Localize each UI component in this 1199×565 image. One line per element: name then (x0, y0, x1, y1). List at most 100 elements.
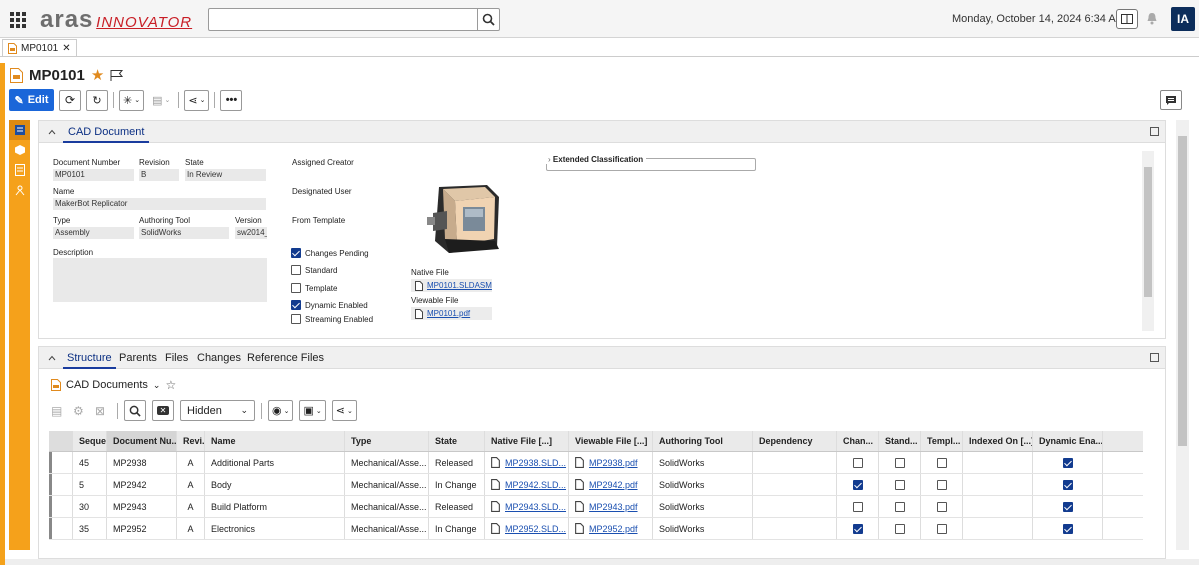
version-field[interactable]: sw2014_ (235, 227, 267, 239)
dynamic-enabled-checkbox[interactable]: Dynamic Enabled (291, 300, 368, 310)
checkbox[interactable] (1062, 523, 1073, 534)
template-checkbox[interactable]: Template (291, 283, 337, 293)
column-header[interactable]: Revi... (177, 431, 205, 451)
refresh-button[interactable]: ⟳ (59, 89, 81, 111)
star-outline-icon[interactable]: ☆ (165, 378, 176, 392)
edit-button[interactable]: ✎ Edit (9, 89, 54, 111)
tab-reference-files[interactable]: Reference Files (247, 347, 324, 369)
flag-icon[interactable] (110, 69, 124, 82)
row-selector[interactable] (49, 452, 73, 473)
remove-icon[interactable]: ⊠ (95, 404, 111, 418)
extended-classification-label[interactable]: › Extended Classification (545, 155, 647, 164)
column-header[interactable]: State (429, 431, 485, 451)
clipboard-menu-button[interactable]: ▤ ⌄ (149, 89, 174, 111)
type-field[interactable]: Assembly (53, 227, 134, 239)
view-select[interactable]: Hidden ⌄ (180, 400, 255, 421)
new-relationship-icon[interactable]: ▤ (51, 404, 67, 418)
share-menu-button[interactable]: ⋖ ⌄ (184, 89, 210, 111)
tab-files[interactable]: Files (165, 347, 188, 369)
table-row[interactable]: 30 MP2943 A Build Platform Mechanical/Asse..… (49, 496, 1143, 518)
column-header[interactable]: Name (205, 431, 345, 451)
column-header[interactable]: Document Nu... (107, 431, 177, 451)
checkbox[interactable] (936, 501, 947, 512)
changes-pending-checkbox[interactable]: Changes Pending (291, 248, 369, 258)
checkbox[interactable] (852, 479, 863, 490)
file-link[interactable]: MP2943.SLD... (505, 502, 566, 512)
structure-menu-button[interactable]: ✳ ⌄ (119, 89, 145, 111)
table-row[interactable]: 45 MP2938 A Additional Parts Mechanical/Asse… (49, 452, 1143, 474)
revision-field[interactable]: B (139, 169, 179, 181)
column-header[interactable]: Native File [...] (485, 431, 569, 451)
file-link[interactable]: MP2938.pdf (589, 458, 638, 468)
column-header[interactable]: Indexed On [...] (963, 431, 1033, 451)
collapse-icon[interactable] (48, 127, 56, 138)
split-view-icon[interactable] (1116, 9, 1138, 29)
hierarchy-icon[interactable] (9, 180, 30, 200)
bell-icon[interactable] (1146, 12, 1158, 28)
clear-search-button[interactable]: ✕ (152, 400, 174, 421)
checkbox[interactable] (936, 479, 947, 490)
search-button[interactable] (124, 400, 146, 421)
checkbox[interactable] (852, 523, 863, 534)
tab-structure[interactable]: Structure (63, 347, 116, 369)
checkbox[interactable] (852, 457, 863, 468)
checkbox[interactable] (894, 457, 905, 468)
document-number-field[interactable]: MP0101 (53, 169, 134, 181)
checkbox[interactable] (1062, 501, 1073, 512)
cube-icon[interactable] (9, 140, 30, 160)
page-scrollbar[interactable] (1176, 120, 1189, 550)
table-row[interactable]: 35 MP2952 A Electronics Mechanical/Asse... In… (49, 518, 1143, 540)
checkbox[interactable] (936, 523, 947, 534)
streaming-enabled-checkbox[interactable]: Streaming Enabled (291, 314, 373, 324)
authoring-tool-field[interactable]: SolidWorks (139, 227, 229, 239)
standard-checkbox[interactable]: Standard (291, 265, 337, 275)
share-menu-button[interactable]: ⋖ ⌄ (331, 400, 357, 421)
column-header[interactable]: Authoring Tool (653, 431, 753, 451)
table-row[interactable]: 5 MP2942 A Body Mechanical/Asse... In Change M… (49, 474, 1143, 496)
more-button[interactable]: ••• (220, 89, 243, 111)
file-link[interactable]: MP2942.SLD... (505, 480, 566, 490)
search-input[interactable] (208, 8, 500, 31)
column-header[interactable]: Viewable File [...] (569, 431, 653, 451)
tab-changes[interactable]: Changes (197, 347, 241, 369)
chevron-down-icon[interactable]: ⌄ (153, 380, 161, 391)
display-menu-button[interactable]: ▣ ⌄ (299, 400, 326, 421)
discussion-button[interactable] (1160, 90, 1182, 110)
file-link[interactable]: MP2943.pdf (589, 502, 638, 512)
tab-mp0101[interactable]: MP0101 ✕ (2, 39, 77, 56)
app-menu-icon[interactable] (10, 12, 26, 28)
file-link[interactable]: MP2942.pdf (589, 480, 638, 490)
collapse-icon[interactable] (48, 353, 56, 364)
row-selector[interactable] (49, 496, 73, 517)
column-header[interactable]: Chan... (837, 431, 879, 451)
form-view-icon[interactable] (9, 120, 30, 140)
claim-button[interactable]: ↻ (86, 89, 108, 111)
maximize-icon[interactable] (1150, 353, 1159, 362)
checkbox[interactable] (894, 501, 905, 512)
grid-select-all-cell[interactable] (49, 431, 73, 451)
checkbox[interactable] (894, 479, 905, 490)
tab-cad-document[interactable]: CAD Document (63, 121, 150, 143)
column-header[interactable]: Templ... (921, 431, 963, 451)
maximize-icon[interactable] (1150, 127, 1159, 136)
view-mode-button[interactable]: ◉ ⌄ (268, 400, 294, 421)
native-file-link[interactable]: MP0101.SLDASM (411, 279, 492, 292)
column-header[interactable]: Seque... (73, 431, 107, 451)
document-list-icon[interactable] (9, 160, 30, 180)
file-link[interactable]: MP2952.SLD... (505, 524, 566, 534)
checkbox[interactable] (852, 501, 863, 512)
file-link[interactable]: MP2938.SLD... (505, 458, 566, 468)
file-link[interactable]: MP2952.pdf (589, 524, 638, 534)
avatar[interactable]: IA (1171, 7, 1195, 31)
viewable-file-link[interactable]: MP0101.pdf (411, 307, 492, 320)
column-header[interactable]: Dynamic Ena... (1033, 431, 1103, 451)
checkbox[interactable] (894, 523, 905, 534)
search-icon[interactable] (477, 9, 499, 30)
checkbox[interactable] (1062, 457, 1073, 468)
row-selector[interactable] (49, 518, 73, 539)
star-icon[interactable]: ★ (91, 66, 104, 84)
checkbox[interactable] (1062, 479, 1073, 490)
column-header[interactable]: Type (345, 431, 429, 451)
state-field[interactable]: In Review (185, 169, 266, 181)
close-icon[interactable]: ✕ (62, 43, 70, 54)
